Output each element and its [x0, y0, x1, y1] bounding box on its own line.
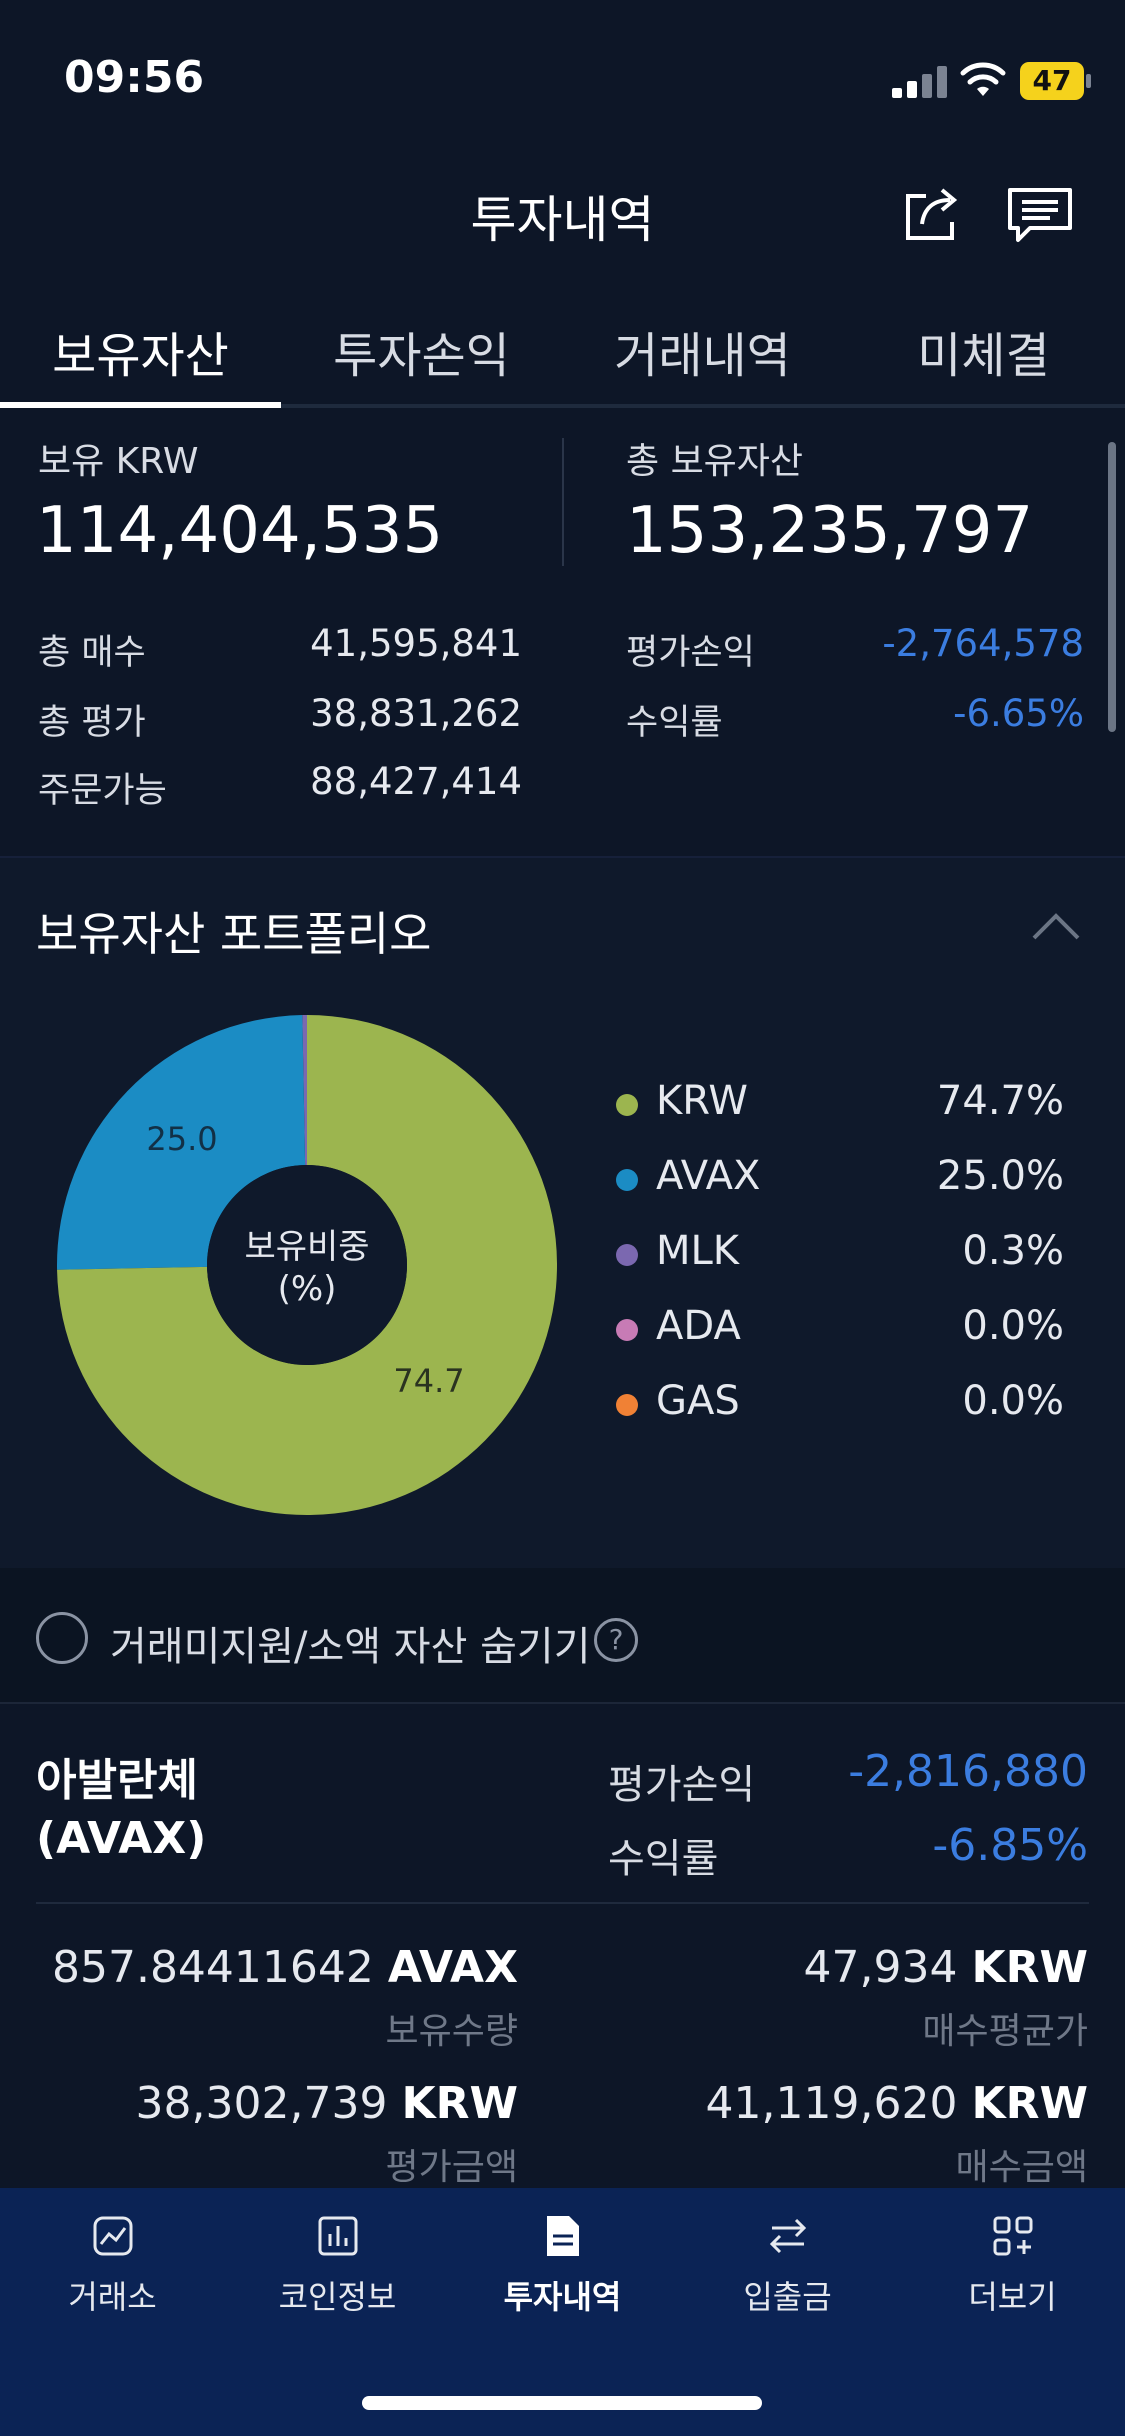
donut-center-label: 보유비중: [244, 1227, 369, 1267]
legend-dot-avax: [616, 1169, 638, 1191]
nav-more-label: 더보기: [968, 2278, 1057, 2316]
nav-deposit-withdraw[interactable]: 입출금: [675, 2212, 900, 2318]
asset-pnl-label: 평가손익: [608, 1762, 756, 1808]
total-eval-value: 38,831,262: [310, 692, 522, 735]
avg-buy-price-label: 매수평균가: [922, 2011, 1088, 2052]
legend-dot-mlk: [616, 1244, 638, 1266]
tab-unfilled[interactable]: 미체결: [843, 316, 1124, 386]
legend-dot-gas: [616, 1394, 638, 1416]
nav-coin-info-label: 코인정보: [278, 2278, 397, 2316]
help-icon[interactable]: ?: [594, 1618, 638, 1662]
legend-dot-krw: [616, 1094, 638, 1116]
buy-amount: 41,119,620 KRW: [600, 2078, 1088, 2129]
eval-amount: 38,302,739 KRW: [40, 2078, 518, 2129]
total-eval-label: 총 평가: [38, 703, 146, 743]
buy-amount-label: 매수금액: [955, 2147, 1088, 2188]
holding-quantity-label: 보유수량: [385, 2011, 518, 2052]
krw-value: 114,404,535: [36, 494, 444, 568]
holding-quantity-unit: AVAX: [387, 1942, 518, 1993]
nav-investments[interactable]: 투자내역: [450, 2212, 675, 2318]
home-indicator[interactable]: [362, 2396, 762, 2410]
legend-pct-ada: 0.0%: [962, 1303, 1064, 1349]
eval-amount-value: 38,302,739: [135, 2078, 388, 2129]
legend-name-gas: GAS: [656, 1378, 740, 1424]
holding-quantity: 857.84411642 AVAX: [40, 1942, 518, 1993]
nav-deposit-withdraw-label: 입출금: [743, 2278, 832, 2316]
battery-level: 47: [1032, 64, 1072, 97]
section-divider: [0, 1702, 1125, 1704]
wifi-icon: [960, 62, 1006, 96]
nav-investments-label: 투자내역: [503, 2278, 622, 2316]
legend-name-ada: ADA: [656, 1303, 741, 1349]
summary-divider: [562, 438, 564, 566]
legend-pct-gas: 0.0%: [962, 1378, 1064, 1424]
holding-quantity-value: 857.84411642: [51, 1942, 374, 1993]
nav-more[interactable]: 더보기: [900, 2212, 1125, 2318]
donut-center-unit: (%): [278, 1269, 337, 1309]
scrollbar[interactable]: [1108, 442, 1116, 732]
buy-amount-unit: KRW: [971, 2078, 1088, 2129]
transfer-arrows-icon: [769, 2218, 806, 2254]
krw-label: 보유 KRW: [38, 441, 199, 482]
avg-buy-price-value: 47,934: [803, 1942, 958, 1993]
asset-divider: [36, 1902, 1089, 1904]
nav-coin-info[interactable]: 코인정보: [225, 2212, 450, 2318]
tab-holdings[interactable]: 보유자산: [0, 316, 281, 386]
avg-buy-price-unit: KRW: [971, 1942, 1088, 1993]
legend-dot-ada: [616, 1319, 638, 1341]
buy-amount-value: 41,119,620: [705, 2078, 958, 2129]
asset-rate-label: 수익률: [608, 1836, 719, 1882]
nav-exchange-label: 거래소: [68, 2278, 157, 2316]
total-assets-value: 153,235,797: [626, 494, 1034, 568]
slice-label-avax: 25.0: [146, 1120, 217, 1158]
eval-amount-unit: KRW: [401, 2078, 518, 2129]
tab-trade-history[interactable]: 거래내역: [562, 316, 843, 386]
cellular-signal-icon: [892, 66, 947, 98]
portfolio-title: 보유자산 포트폴리오: [36, 907, 432, 961]
asset-rate-value: -6.85%: [932, 1820, 1088, 1871]
return-rate-value: -6.65%: [953, 692, 1084, 735]
orderable-value: 88,427,414: [310, 760, 522, 803]
avg-buy-price: 47,934 KRW: [600, 1942, 1088, 1993]
eval-pnl-value: -2,764,578: [882, 622, 1084, 665]
battery-icon: 47: [1020, 62, 1092, 100]
tab-profit-loss[interactable]: 투자손익: [281, 316, 562, 386]
slice-label-krw: 74.7: [393, 1362, 464, 1400]
asset-symbol: (AVAX): [36, 1813, 207, 1864]
document-icon: [546, 2216, 579, 2256]
total-assets-label: 총 보유자산: [626, 441, 804, 482]
asset-name-korean: 아발란체: [36, 1755, 198, 1806]
tab-active-indicator: [0, 402, 281, 408]
chat-icon[interactable]: [1006, 186, 1074, 246]
more-grid-icon: [993, 2216, 1032, 2256]
legend-name-avax: AVAX: [656, 1153, 761, 1199]
legend-pct-krw: 74.7%: [936, 1078, 1064, 1124]
asset-name: 아발란체 (AVAX): [36, 1752, 206, 1868]
hide-small-assets-radio[interactable]: [36, 1612, 88, 1664]
nav-exchange[interactable]: 거래소: [0, 2212, 225, 2318]
return-rate-label: 수익률: [626, 703, 723, 743]
chevron-up-icon[interactable]: [1030, 908, 1082, 942]
portfolio-donut-chart: 보유비중 (%) 74.7 25.0: [57, 1015, 558, 1515]
hide-small-assets-label[interactable]: 거래미지원/소액 자산 숨기기: [110, 1614, 591, 1672]
exchange-chart-icon: [93, 2216, 132, 2256]
status-time: 09:56: [64, 52, 205, 103]
legend-name-krw: KRW: [656, 1078, 748, 1124]
legend-name-mlk: MLK: [656, 1228, 740, 1274]
legend-pct-avax: 25.0%: [936, 1153, 1064, 1199]
bar-chart-icon: [318, 2216, 357, 2256]
eval-amount-label: 평가금액: [385, 2147, 518, 2188]
total-buy-value: 41,595,841: [310, 622, 522, 665]
eval-pnl-label: 평가손익: [626, 633, 755, 673]
orderable-label: 주문가능: [38, 771, 167, 811]
legend-pct-mlk: 0.3%: [962, 1228, 1064, 1274]
total-buy-label: 총 매수: [38, 633, 146, 673]
asset-pnl-value: -2,816,880: [848, 1746, 1088, 1797]
share-icon[interactable]: [900, 182, 964, 246]
